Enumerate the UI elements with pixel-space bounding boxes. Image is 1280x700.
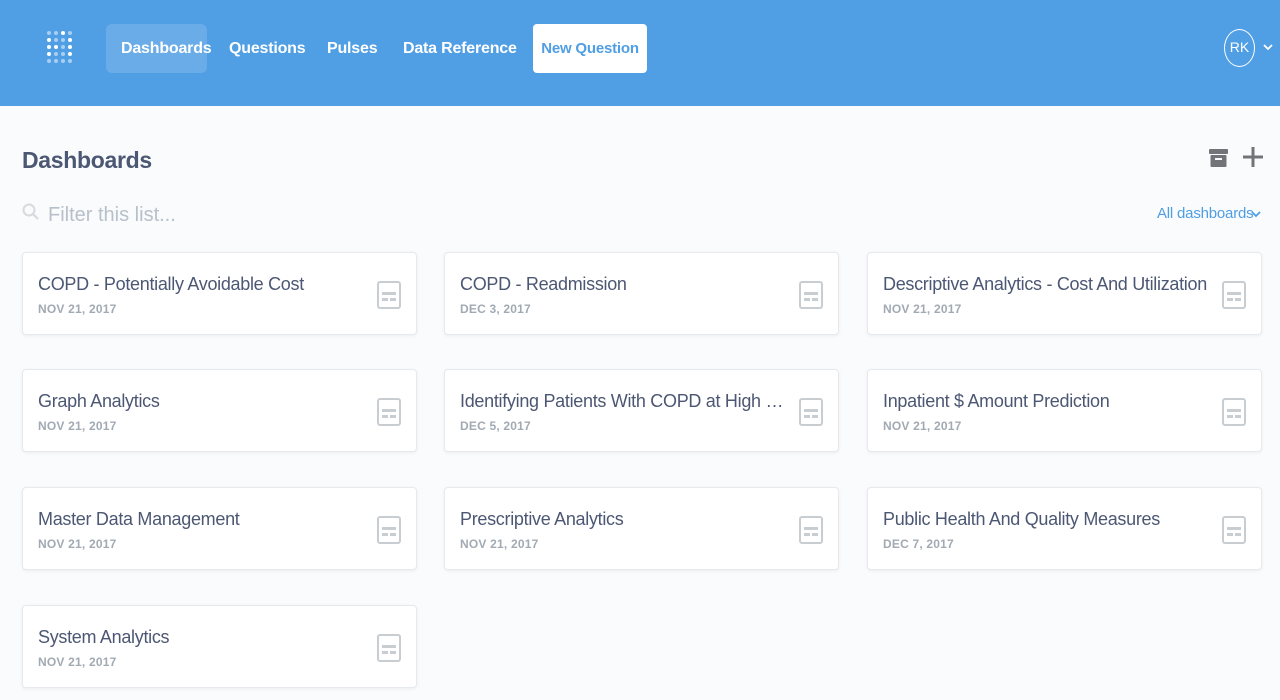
dashboard-title: Graph Analytics: [38, 391, 160, 411]
archive-icon[interactable]: [1209, 148, 1228, 168]
dashboard-card[interactable]: Descriptive Analytics - Cost And Utiliza…: [867, 252, 1262, 335]
dashboard-card[interactable]: COPD - Readmission DEC 3, 2017: [444, 252, 839, 335]
dashboard-icon: [377, 516, 401, 544]
dashboard-card[interactable]: Master Data Management NOV 21, 2017: [22, 487, 417, 570]
nav-dashboards[interactable]: Dashboards: [106, 24, 212, 73]
dashboard-title: Inpatient $ Amount Prediction: [883, 391, 1110, 411]
dashboard-card[interactable]: System Analytics NOV 21, 2017: [22, 605, 417, 688]
dashboard-date: DEC 7, 2017: [883, 537, 954, 551]
all-dashboards-dropdown[interactable]: All dashboards: [1157, 205, 1254, 222]
dashboard-date: NOV 21, 2017: [883, 302, 962, 316]
dashboard-icon: [1222, 281, 1246, 309]
dashboard-title: Identifying Patients With COPD at High R…: [460, 391, 790, 411]
filter-input[interactable]: [48, 200, 448, 230]
dashboard-date: NOV 21, 2017: [883, 419, 962, 433]
dashboard-card[interactable]: Graph Analytics NOV 21, 2017: [22, 369, 417, 452]
dashboard-icon: [799, 281, 823, 309]
dashboard-icon: [377, 398, 401, 426]
page-title: Dashboards: [22, 147, 152, 173]
user-avatar[interactable]: RK: [1224, 29, 1255, 67]
dashboard-date: NOV 21, 2017: [38, 419, 117, 433]
dashboard-date: DEC 3, 2017: [460, 302, 531, 316]
nav-pulses[interactable]: Pulses: [312, 24, 392, 73]
dashboard-title: COPD - Potentially Avoidable Cost: [38, 274, 304, 294]
new-question-button[interactable]: New Question: [533, 24, 647, 73]
dashboard-icon: [377, 634, 401, 662]
dashboard-date: NOV 21, 2017: [38, 537, 117, 551]
nav-questions[interactable]: Questions: [214, 24, 320, 73]
dashboard-date: NOV 21, 2017: [38, 655, 117, 669]
chevron-down-icon[interactable]: [1262, 41, 1274, 53]
dashboard-icon: [799, 516, 823, 544]
dashboard-icon: [1222, 398, 1246, 426]
metabase-logo-icon[interactable]: [46, 30, 74, 66]
dashboard-icon: [1222, 516, 1246, 544]
dashboard-icon: [377, 281, 401, 309]
dashboard-card[interactable]: Prescriptive Analytics NOV 21, 2017: [444, 487, 839, 570]
dashboard-icon: [799, 398, 823, 426]
top-navigation-bar: Dashboards Questions Pulses Data Referen…: [0, 0, 1280, 106]
dashboard-date: NOV 21, 2017: [460, 537, 539, 551]
dashboard-date: NOV 21, 2017: [38, 302, 117, 316]
dashboard-title: COPD - Readmission: [460, 274, 627, 294]
plus-icon[interactable]: [1243, 147, 1263, 167]
dashboard-card[interactable]: Public Health And Quality Measures DEC 7…: [867, 487, 1262, 570]
dashboard-card[interactable]: COPD - Potentially Avoidable Cost NOV 21…: [22, 252, 417, 335]
nav-data-reference[interactable]: Data Reference: [388, 24, 532, 73]
dashboard-card[interactable]: Identifying Patients With COPD at High R…: [444, 369, 839, 452]
dashboard-date: DEC 5, 2017: [460, 419, 531, 433]
dashboard-title: Public Health And Quality Measures: [883, 509, 1160, 529]
dashboard-title: Master Data Management: [38, 509, 240, 529]
dashboard-card[interactable]: Inpatient $ Amount Prediction NOV 21, 20…: [867, 369, 1262, 452]
dashboard-title: Prescriptive Analytics: [460, 509, 624, 529]
search-icon: [22, 203, 39, 220]
dashboard-title: Descriptive Analytics - Cost And Utiliza…: [883, 274, 1207, 294]
chevron-down-icon[interactable]: [1250, 208, 1262, 220]
dashboard-title: System Analytics: [38, 627, 170, 647]
